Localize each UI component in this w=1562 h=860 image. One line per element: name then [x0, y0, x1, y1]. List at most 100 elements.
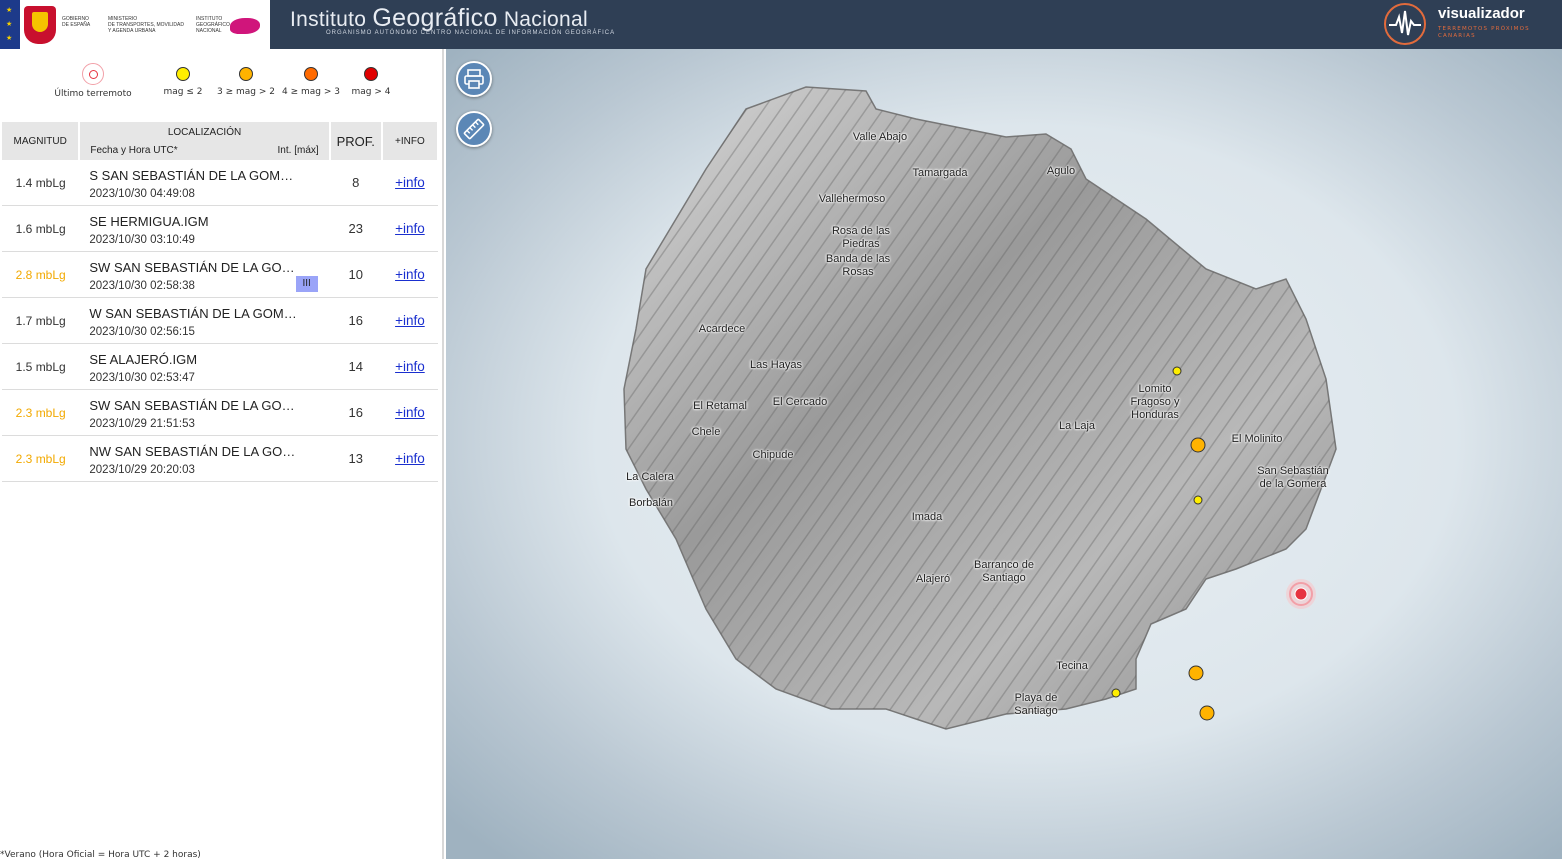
- quake-marker[interactable]: [1172, 366, 1182, 376]
- ministry-label: MINISTERIO DE TRANSPORTES, MOVILIDAD Y AGE…: [108, 16, 184, 34]
- location-name: W SAN SEBASTIÁN DE LA GOMERA.IGM: [89, 305, 300, 321]
- quake-marker[interactable]: [1111, 688, 1121, 698]
- info-cell: +info: [381, 297, 438, 344]
- dark-orange-dot-icon: [304, 67, 318, 81]
- magnitude-cell: 1.5 mbLg: [2, 343, 80, 390]
- table-row[interactable]: 1.5 mbLg SE ALAJERÓ.IGM 2023/10/30 02:53:4…: [2, 343, 438, 390]
- eu-flag-icon: ★ ★ ★: [0, 0, 20, 49]
- viz-subtitle: TERREMOTOS PRÓXIMOS CANARIAS: [1438, 26, 1530, 39]
- info-cell: +info: [381, 205, 438, 252]
- info-cell: +info: [381, 343, 438, 390]
- government-logos: ★ ★ ★ GOBIERNO DE ESPAÑA MINISTERIO DE TRANS…: [0, 0, 270, 49]
- location-name: SW SAN SEBASTIÁN DE LA GOMERA.IGM: [89, 397, 299, 413]
- map-view[interactable]: Valle Abajo Tamargada Agulo Vallehermoso…: [446, 49, 1562, 859]
- table-row[interactable]: 1.6 mbLg SE HERMIGUA.IGM 2023/10/30 03:10:…: [2, 205, 438, 252]
- more-info-link[interactable]: +info: [395, 451, 425, 466]
- more-info-link[interactable]: +info: [395, 359, 425, 374]
- ruler-icon: [463, 118, 485, 140]
- quake-datetime: 2023/10/30 03:10:49: [89, 233, 195, 246]
- info-cell: +info: [381, 435, 438, 482]
- visualizador-logo[interactable]: visualizador TERREMOTOS PRÓXIMOS CANARIA…: [1382, 2, 1557, 47]
- location-cell: SW SAN SEBASTIÁN DE LA GOMERA.IGM 2023/10…: [79, 389, 330, 436]
- magnitude-cell: 1.4 mbLg: [2, 160, 80, 206]
- more-info-link[interactable]: +info: [395, 175, 425, 190]
- app-header: ★ ★ ★ GOBIERNO DE ESPAÑA MINISTERIO DE TRANS…: [0, 0, 1562, 49]
- header-magnitude[interactable]: MAGNITUD: [2, 122, 81, 160]
- quake-marker[interactable]: [1193, 495, 1203, 505]
- ign-logo-icon: [230, 18, 260, 34]
- info-cell: +info: [381, 251, 438, 298]
- place-label: Chele: [691, 426, 721, 438]
- more-info-link[interactable]: +info: [395, 313, 425, 328]
- quake-datetime: 2023/10/30 04:49:08: [89, 187, 195, 200]
- quake-marker[interactable]: [1190, 437, 1206, 453]
- place-label: Tamargada: [912, 167, 968, 179]
- depth-cell: 14: [329, 343, 382, 390]
- depth-cell: 8: [329, 160, 382, 206]
- place-label: Acardece: [698, 323, 746, 335]
- legend-last-quake: Último terremoto: [40, 63, 146, 99]
- table-row[interactable]: 2.8 mbLgSW SAN SEBASTIÁN DE LA GOMERA.IG…: [2, 251, 438, 298]
- gov-label: GOBIERNO DE ESPAÑA: [62, 16, 91, 28]
- measure-button[interactable]: [456, 111, 492, 147]
- location-name: SW SAN SEBASTIÁN DE LA GOMERA.IGM: [89, 259, 299, 275]
- place-label: Valle Abajo: [852, 131, 908, 143]
- quake-marker[interactable]: [1199, 705, 1215, 721]
- place-label: El Cercado: [772, 396, 828, 408]
- info-cell: +info: [381, 389, 438, 436]
- depth-cell: 13: [329, 435, 382, 482]
- place-label: Chipude: [752, 449, 794, 461]
- intensity-badge: III: [295, 276, 318, 292]
- place-label: El Molinito: [1231, 433, 1283, 445]
- depth-cell: 16: [329, 389, 382, 436]
- magnitude-legend: Último terremoto mag ≤ 2 3 ≥ mag > 2 4 ≥…: [0, 49, 440, 119]
- location-name: SE HERMIGUA.IGM: [89, 213, 209, 229]
- more-info-link[interactable]: +info: [395, 405, 425, 420]
- legend-item: 3 ≥ mag > 2: [214, 67, 278, 97]
- viz-title: visualizador: [1438, 5, 1525, 22]
- place-label: Banda de las Rosas: [825, 253, 891, 278]
- header-info: +INFO: [381, 122, 440, 160]
- earthquake-table: MAGNITUD LOCALIZACIÓN Fecha y Hora UTC* …: [2, 122, 440, 482]
- latest-quake-marker[interactable]: [1286, 579, 1316, 609]
- seismograph-icon: [1384, 3, 1426, 45]
- place-label: San Sebastián de la Gomera: [1257, 465, 1329, 490]
- location-name: S SAN SEBASTIÁN DE LA GOMERA.I: [89, 167, 300, 183]
- legend-item: mag > 4: [346, 67, 396, 97]
- place-label: Vallehermoso: [818, 193, 886, 205]
- printer-icon: [464, 69, 484, 89]
- quake-datetime: 2023/10/29 21:51:53: [89, 417, 195, 430]
- more-info-link[interactable]: +info: [395, 267, 425, 282]
- place-label: Barranco de Santiago: [974, 559, 1034, 584]
- place-label: Rosa de las Piedras: [831, 225, 891, 250]
- yellow-dot-icon: [176, 67, 190, 81]
- location-name: NW SAN SEBASTIÁN DE LA GOMERA.IGM: [89, 443, 299, 459]
- spain-coat-of-arms-icon: [24, 6, 56, 44]
- magnitude-cell: 2.3 mbLg: [2, 435, 80, 482]
- header-depth[interactable]: PROF.: [329, 122, 383, 160]
- location-cell: SE ALAJERÓ.IGM 2023/10/30 02:53:47: [79, 343, 330, 390]
- depth-cell: 16: [329, 297, 382, 344]
- ign-title: Instituto Geográfico Nacional ORGANISMO …: [290, 4, 616, 36]
- table-row[interactable]: 2.3 mbLgSW SAN SEBASTIÁN DE LA GOMERA.IG…: [2, 389, 438, 436]
- location-cell: W SAN SEBASTIÁN DE LA GOMERA.IGM 2023/10/…: [79, 297, 330, 344]
- table-row[interactable]: 2.3 mbLgNW SAN SEBASTIÁN DE LA GOMERA.IG…: [2, 435, 438, 482]
- quake-marker[interactable]: [1188, 665, 1204, 681]
- map-canvas[interactable]: [446, 49, 1562, 859]
- magnitude-cell: 1.6 mbLg: [2, 205, 80, 252]
- earthquake-list-panel: Último terremoto mag ≤ 2 3 ≥ mag > 2 4 ≥…: [0, 49, 444, 860]
- header-location[interactable]: LOCALIZACIÓN Fecha y Hora UTC* Int. [máx…: [79, 122, 331, 160]
- place-label: Borbalán: [628, 497, 674, 509]
- location-cell: NW SAN SEBASTIÁN DE LA GOMERA.IGM 2023/10…: [79, 435, 330, 482]
- location-name: SE ALAJERÓ.IGM: [89, 351, 198, 367]
- ign-small-label: INSTITUTO GEOGRÁFICO NACIONAL: [196, 16, 230, 34]
- place-label: Lomito Fragoso y Honduras: [1130, 383, 1180, 421]
- more-info-link[interactable]: +info: [395, 221, 425, 236]
- orange-dot-icon: [239, 67, 253, 81]
- magnitude-cell: 1.7 mbLg: [2, 297, 80, 344]
- table-row[interactable]: 1.7 mbLgW SAN SEBASTIÁN DE LA GOMERA.IGM…: [2, 297, 438, 344]
- print-button[interactable]: [456, 61, 492, 97]
- table-row[interactable]: 1.4 mbLg S SAN SEBASTIÁN DE LA GOMERA.I 20…: [2, 160, 438, 206]
- legend-item: mag ≤ 2: [158, 67, 208, 97]
- quake-datetime: 2023/10/30 02:53:47: [89, 371, 195, 384]
